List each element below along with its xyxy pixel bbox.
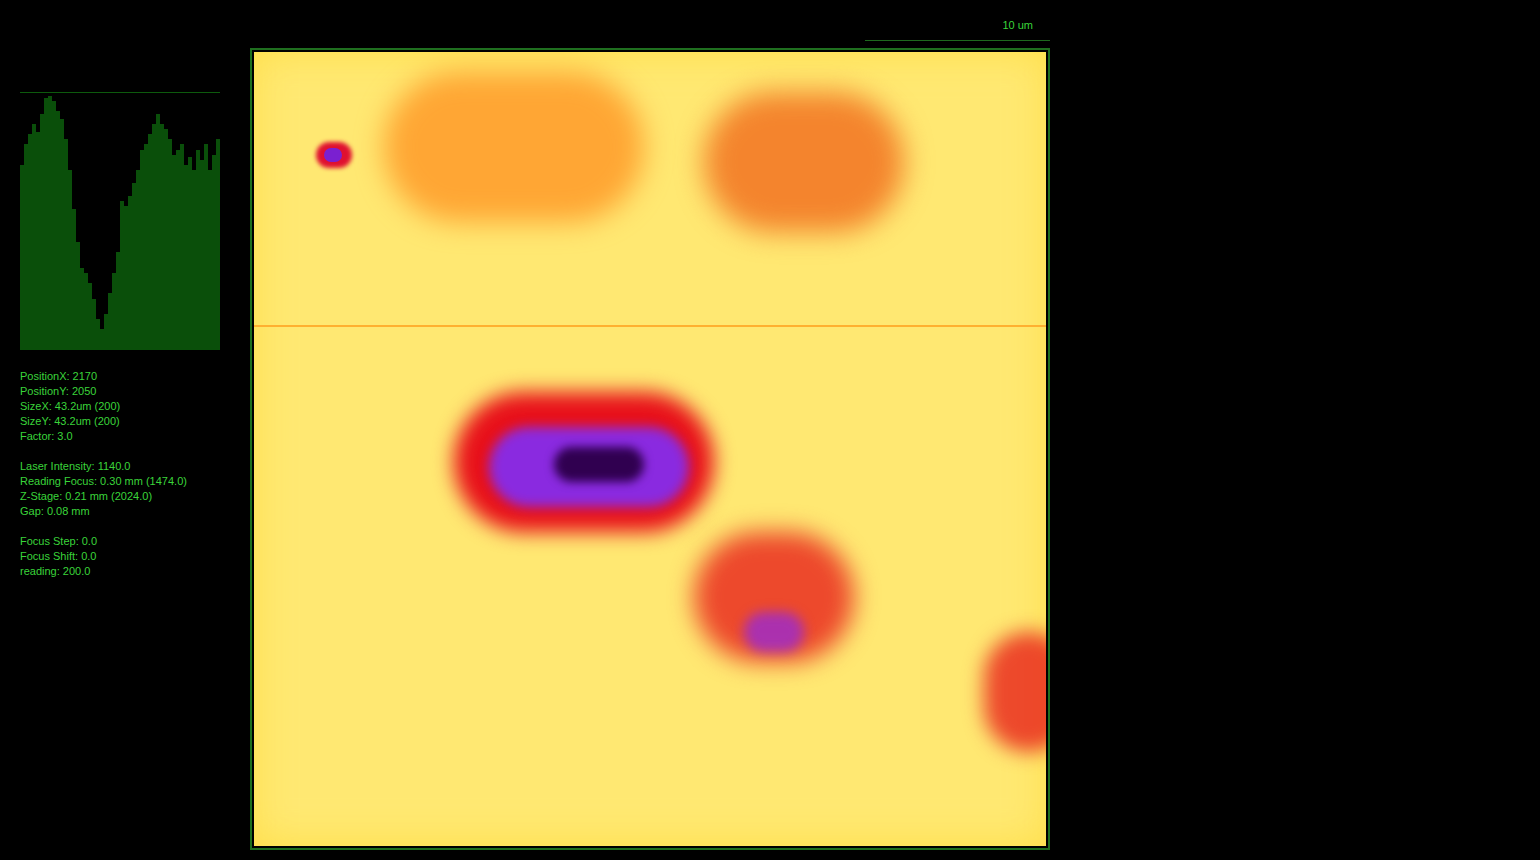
scale-bar-label: 10 um [1002,18,1033,40]
info-line: SizeY: 43.2um (200) [20,414,250,429]
info-line: Factor: 3.0 [20,429,250,444]
scan-frame [250,48,1050,850]
info-list: PositionX: 2170PositionY: 2050SizeX: 43.… [20,369,250,579]
scan-panel: 10 um [250,0,1050,860]
info-line: PositionY: 2050 [20,384,250,399]
patch [744,612,804,652]
info-line: Reading Focus: 0.30 mm (1474.0) [20,474,250,489]
scan-seam [254,325,1046,327]
info-line: reading: 200.0 [20,564,250,579]
scale-bar: 10 um [865,0,1050,41]
info-group: PositionX: 2170PositionY: 2050SizeX: 43.… [20,369,250,444]
scan-image[interactable] [254,52,1046,846]
info-line: Laser Intensity: 1140.0 [20,459,250,474]
info-line: Z-Stage: 0.21 mm (2024.0) [20,489,250,504]
info-line: SizeX: 43.2um (200) [20,399,250,414]
info-line: Focus Step: 0.0 [20,534,250,549]
patch [554,447,644,482]
info-group: Laser Intensity: 1140.0Reading Focus: 0.… [20,459,250,519]
histogram [20,92,220,350]
app: PositionX: 2170PositionY: 2050SizeX: 43.… [0,0,1540,860]
info-line: Focus Shift: 0.0 [20,549,250,564]
histogram-bar [216,139,220,350]
info-group: Focus Step: 0.0Focus Shift: 0.0reading: … [20,534,250,579]
patch [324,148,342,162]
scale-bar-area: 10 um [250,0,1050,48]
side-panel: PositionX: 2170PositionY: 2050SizeX: 43.… [0,0,250,860]
patch [704,92,904,232]
info-line: PositionX: 2170 [20,369,250,384]
patch [384,72,644,222]
patch [984,632,1046,752]
info-line: Gap: 0.08 mm [20,504,250,519]
